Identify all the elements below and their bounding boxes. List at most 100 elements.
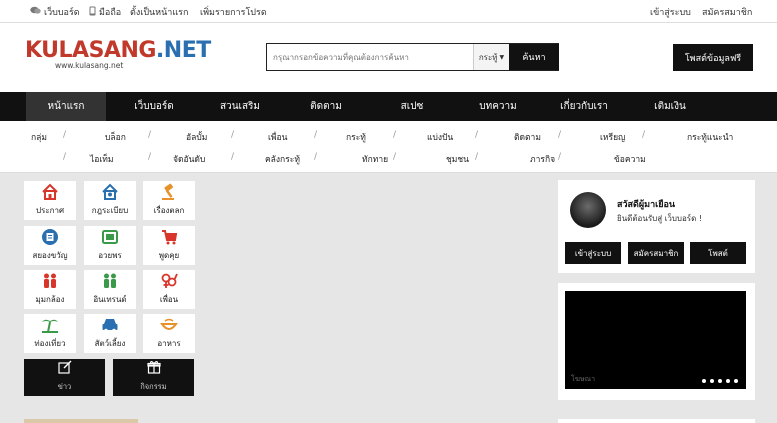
search-scope-select[interactable]: กระทู้ ▼ bbox=[473, 44, 509, 70]
subnav-item-greet[interactable]: ทักทาย bbox=[362, 152, 388, 166]
people-icon bbox=[41, 272, 59, 290]
nav-item-follow[interactable]: ติดตาม bbox=[286, 92, 366, 121]
subnav-item-share[interactable]: แบ่งปัน bbox=[427, 130, 453, 144]
separator: / bbox=[393, 130, 397, 140]
tile-label: อาหาร bbox=[157, 339, 181, 348]
gift-icon bbox=[146, 360, 161, 377]
tile-blessings[interactable]: อวยพร bbox=[84, 226, 136, 265]
topbar-link-label: มือถือ bbox=[99, 8, 122, 18]
tile-label: กิจกรรม bbox=[140, 382, 167, 391]
subnav-item-follow[interactable]: ติดตาม bbox=[514, 130, 541, 144]
tile-label: อินเทรนด์ bbox=[93, 295, 127, 304]
slider-dot[interactable] bbox=[718, 379, 722, 383]
chat-cart-icon bbox=[160, 228, 178, 246]
tile-rules[interactable]: กฎระเบียบ bbox=[84, 181, 136, 220]
slider-dot[interactable] bbox=[702, 379, 706, 383]
nav-item-articles[interactable]: บทความ bbox=[458, 92, 538, 121]
separator: / bbox=[231, 130, 235, 140]
subnav-item-groups[interactable]: กลุ่ม bbox=[31, 130, 47, 144]
tile-in-trend[interactable]: อินเทรนด์ bbox=[84, 270, 136, 309]
tile-pets[interactable]: สัตว์เลี้ยง bbox=[84, 314, 136, 353]
nav-item-addons[interactable]: สวนเสริม bbox=[200, 92, 280, 121]
main-nav: หน้าแรก เว็บบอร์ด สวนเสริม ติดตาม สเปซ บ… bbox=[0, 92, 777, 121]
site-logo[interactable]: KULASANG.NET www.kulasang.net bbox=[25, 38, 211, 70]
tile-food[interactable]: อาหาร bbox=[143, 314, 195, 353]
topbar-link-webboard[interactable]: เว็บบอร์ด bbox=[30, 5, 80, 19]
tile-label: สัตว์เลี้ยง bbox=[94, 339, 126, 348]
subnav-item-items[interactable]: ไอเท็ม bbox=[90, 152, 114, 166]
nav-item-topup[interactable]: เติมเงิน bbox=[630, 92, 710, 121]
media-screen[interactable]: โฆษณา bbox=[565, 291, 746, 389]
topbar-link-add-favorite[interactable]: เพิ่มรายการโปรด bbox=[200, 5, 267, 19]
slider-dot[interactable] bbox=[726, 379, 730, 383]
nav-item-about[interactable]: เกี่ยวกับเรา bbox=[544, 92, 624, 121]
panel-register-button[interactable]: สมัครสมาชิก bbox=[628, 242, 684, 264]
login-link-label: เข้าสู่ระบบ bbox=[650, 8, 691, 18]
logo-text: KULASANG.NET bbox=[25, 38, 211, 63]
separator: / bbox=[63, 152, 67, 162]
subnav-item-blog[interactable]: บล็อก bbox=[105, 130, 126, 144]
top-bar: เว็บบอร์ด มือถือ ตั้งเป็นหน้าแรก เพิ่มรา… bbox=[0, 0, 777, 23]
tile-news[interactable]: ข่าว bbox=[24, 359, 105, 396]
search-button[interactable]: ค้นหา bbox=[509, 44, 559, 70]
content-strip bbox=[24, 419, 138, 423]
nav-item-space[interactable]: สเปซ bbox=[372, 92, 452, 121]
nav-item-home[interactable]: หน้าแรก bbox=[26, 92, 106, 121]
panel-post-button[interactable]: โพสต์ bbox=[690, 242, 746, 264]
subnav-item-recommended[interactable]: กระทู้แนะนำ bbox=[687, 130, 733, 144]
card-icon bbox=[101, 228, 119, 246]
slider-dot[interactable] bbox=[734, 379, 738, 383]
clipboard-icon bbox=[41, 228, 59, 246]
panel-login-button[interactable]: เข้าสู่ระบบ bbox=[565, 242, 621, 264]
tile-activities[interactable]: กิจกรรม bbox=[113, 359, 194, 396]
topbar-register-link[interactable]: สมัครสมาชิก bbox=[702, 5, 752, 19]
tile-label: อวยพร bbox=[98, 251, 122, 260]
topbar-login-link[interactable]: เข้าสู่ระบบ bbox=[650, 5, 691, 19]
tile-label: เรื่องตลก bbox=[153, 206, 185, 215]
content-strip bbox=[558, 419, 755, 423]
tile-jokes[interactable]: เรื่องตลก bbox=[143, 181, 195, 220]
search-input[interactable] bbox=[267, 44, 473, 70]
tile-chat[interactable]: พูดคุย bbox=[143, 226, 195, 265]
register-link-label: สมัครสมาชิก bbox=[702, 8, 753, 18]
car-icon bbox=[101, 316, 119, 334]
gavel-icon bbox=[160, 183, 178, 201]
topbar-link-mobile[interactable]: มือถือ bbox=[89, 5, 121, 19]
rules-home-icon bbox=[101, 183, 119, 201]
tile-label: สยองขวัญ bbox=[32, 251, 68, 260]
slider-dot[interactable] bbox=[710, 379, 714, 383]
tile-label: ประกาศ bbox=[35, 206, 65, 215]
home-icon bbox=[41, 183, 59, 201]
slider-dots bbox=[702, 379, 738, 383]
subnav-item-coins[interactable]: เหรียญ bbox=[600, 130, 625, 144]
tile-camera-corner[interactable]: มุมกล้อง bbox=[24, 270, 76, 309]
separator: / bbox=[475, 130, 479, 140]
subnav-item-ranking[interactable]: จัดอันดับ bbox=[173, 152, 205, 166]
subnav-item-friends[interactable]: เพื่อน bbox=[268, 130, 287, 144]
topbar-link-label: เพิ่มรายการโปรด bbox=[200, 8, 267, 18]
tile-horror[interactable]: สยองขวัญ bbox=[24, 226, 76, 265]
tile-friends[interactable]: เพื่อน bbox=[143, 270, 195, 309]
logo-net: .NET bbox=[155, 38, 211, 63]
tile-label: กฎระเบียบ bbox=[91, 206, 129, 215]
avatar[interactable] bbox=[570, 192, 606, 228]
edit-icon bbox=[57, 360, 72, 377]
tile-travel[interactable]: ท่องเที่ยว bbox=[24, 314, 76, 353]
post-free-button[interactable]: โพสต์ข้อมูลฟรี bbox=[673, 44, 753, 71]
subnav-item-topics[interactable]: กระทู้ bbox=[346, 130, 366, 144]
subnav-item-album[interactable]: อัลบั้ม bbox=[186, 130, 207, 144]
mobile-icon bbox=[89, 6, 96, 19]
gender-icon bbox=[160, 272, 178, 290]
tile-announcement[interactable]: ประกาศ bbox=[24, 181, 76, 220]
topbar-link-set-homepage[interactable]: ตั้งเป็นหน้าแรก bbox=[130, 5, 188, 19]
separator: / bbox=[231, 152, 235, 162]
sub-nav: กลุ่ม / บล็อก / อัลบั้ม / เพื่อน / กระทู… bbox=[0, 121, 777, 173]
topbar-link-label: ตั้งเป็นหน้าแรก bbox=[130, 8, 189, 18]
greeting-text: สวัสดีผู้มาเยือน bbox=[617, 200, 676, 210]
subnav-item-archive[interactable]: คลังกระทู้ bbox=[265, 152, 300, 166]
subnav-item-missions[interactable]: ภารกิจ bbox=[530, 152, 555, 166]
tile-label: พูดคุย bbox=[158, 251, 180, 260]
subnav-item-community[interactable]: ชุมชน bbox=[446, 152, 469, 166]
subnav-item-messages[interactable]: ข้อความ bbox=[614, 152, 646, 166]
nav-item-webboard[interactable]: เว็บบอร์ด bbox=[114, 92, 194, 121]
